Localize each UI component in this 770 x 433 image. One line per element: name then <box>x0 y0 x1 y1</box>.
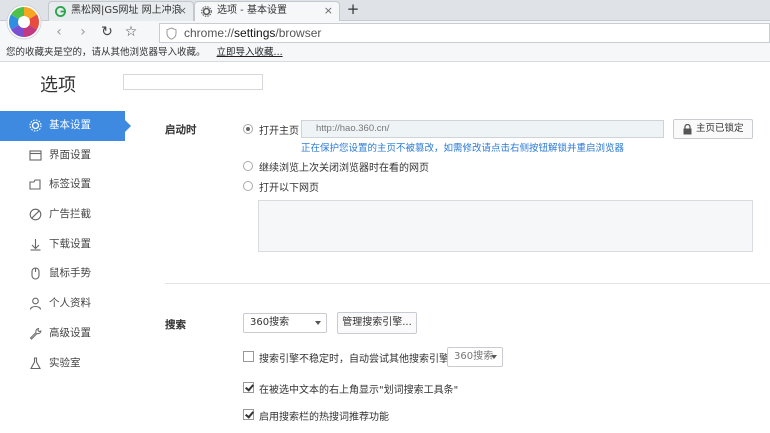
block-icon <box>29 208 42 221</box>
close-icon[interactable]: × <box>178 2 187 20</box>
tab-title: 黑松网|GS网址 网上冲浪 <box>71 5 182 16</box>
address-bar[interactable]: chrome://settings/browser <box>159 23 770 43</box>
sidebar-item-label: 标签设置 <box>49 178 91 191</box>
page-title: 选项 <box>40 75 76 96</box>
new-tab-button[interactable]: + <box>344 1 362 19</box>
radio-open-pages[interactable] <box>243 181 253 191</box>
sidebar-item-advanced[interactable]: 高级设置 <box>0 319 125 349</box>
radio-open-pages-label: 打开以下网页 <box>259 183 319 194</box>
startup-section-label: 启动时 <box>165 124 197 136</box>
sidebar-item-adblock[interactable]: 广告拦截 <box>0 200 125 230</box>
tab-gs[interactable]: 黑松网|GS网址 网上冲浪 × <box>48 1 194 21</box>
sidebar-item-tabs[interactable]: 标签设置 <box>0 170 125 200</box>
hot-words-label: 启用搜索栏的热搜词推荐功能 <box>259 412 389 423</box>
homepage-protection-hint: 正在保护您设置的主页不被篡改，如需修改请点击右侧按钮解锁并重启浏览器 <box>301 143 625 154</box>
person-icon <box>29 297 42 310</box>
chevron-down-icon <box>491 355 497 359</box>
gear-icon <box>29 119 42 132</box>
radio-open-homepage[interactable] <box>243 124 253 134</box>
chevron-down-icon <box>315 321 321 325</box>
sidebar-item-interface[interactable]: 界面设置 <box>0 141 125 171</box>
gear-icon <box>201 6 212 17</box>
tab-settings[interactable]: 选项 - 基本设置 × <box>194 1 340 22</box>
download-icon <box>30 238 41 251</box>
sidebar-item-label: 个人资料 <box>49 297 91 310</box>
tab-icon <box>29 179 41 190</box>
fallback-engine-select[interactable]: 360搜索 <box>447 347 503 367</box>
close-icon[interactable]: × <box>324 2 333 20</box>
import-bookmarks-link[interactable]: 立即导入收藏... <box>217 47 283 58</box>
sidebar-item-lab[interactable]: 实验室 <box>0 349 125 379</box>
browser-logo-icon[interactable] <box>6 4 42 40</box>
show-search-toolbar-label: 在被选中文本的右上角显示"划词搜索工具条" <box>259 385 459 396</box>
reload-button[interactable]: ↻ <box>98 24 116 42</box>
back-button[interactable]: ‹ <box>50 24 68 42</box>
tab-strip: 黑松网|GS网址 网上冲浪 × 选项 - 基本设置 × + <box>0 0 770 22</box>
show-search-toolbar-checkbox[interactable] <box>243 382 254 393</box>
settings-sidebar: 基本设置 界面设置 标签设置 广告拦截 下载设置 鼠标手势 个人资料 高级设置 … <box>0 111 131 379</box>
sidebar-item-label: 下载设置 <box>49 237 91 250</box>
mouse-icon <box>31 267 40 280</box>
flask-icon <box>30 356 41 369</box>
manage-search-engines-button[interactable]: 管理搜索引擎... <box>337 312 417 334</box>
bookmarks-bar: 您的收藏夹是空的，请从其他浏览器导入收藏。 立即导入收藏... <box>0 45 770 62</box>
url-text: chrome://settings/browser <box>184 26 322 40</box>
hot-words-checkbox[interactable] <box>243 409 254 420</box>
shield-icon <box>166 27 177 40</box>
sidebar-item-label: 基本设置 <box>49 119 91 131</box>
wrench-icon <box>29 327 42 340</box>
settings-content: 启动时 打开主页 http://hao.360.cn/ 主页已锁定 正在保护您设… <box>125 100 770 433</box>
homepage-url-field[interactable]: http://hao.360.cn/ <box>301 120 664 138</box>
window-icon <box>29 150 42 161</box>
radio-open-homepage-label: 打开主页 <box>259 126 299 137</box>
radio-continue-session-label: 继续浏览上次关闭浏览器时在看的网页 <box>259 163 429 174</box>
toolbar: ‹ › ↻ ☆ chrome://settings/browser <box>0 21 770 45</box>
search-section-label: 搜索 <box>165 319 186 331</box>
fallback-engine-value: 360搜索 <box>454 351 494 362</box>
search-engine-value: 360搜索 <box>250 317 290 328</box>
sidebar-item-profile[interactable]: 个人资料 <box>0 289 125 319</box>
sidebar-item-download[interactable]: 下载设置 <box>0 230 125 260</box>
lock-icon <box>683 124 692 135</box>
bookmark-star-button[interactable]: ☆ <box>122 24 140 42</box>
homepage-locked-button[interactable]: 主页已锁定 <box>673 119 753 139</box>
settings-search-input[interactable] <box>123 74 263 90</box>
search-engine-select[interactable]: 360搜索 <box>243 313 327 333</box>
homepage-locked-label: 主页已锁定 <box>696 123 744 134</box>
sidebar-item-label: 高级设置 <box>49 326 91 339</box>
sidebar-item-label: 广告拦截 <box>49 208 91 221</box>
section-divider <box>165 283 770 284</box>
sidebar-item-label: 鼠标手势 <box>49 267 91 280</box>
startup-pages-list[interactable] <box>258 200 753 252</box>
bookmarks-empty-text: 您的收藏夹是空的，请从其他浏览器导入收藏。 <box>6 47 206 58</box>
sidebar-item-gestures[interactable]: 鼠标手势 <box>0 259 125 289</box>
sidebar-item-basic[interactable]: 基本设置 <box>0 111 131 141</box>
gs-favicon-icon <box>55 6 66 17</box>
radio-continue-session[interactable] <box>243 161 253 171</box>
fallback-engine-label: 搜索引擎不稳定时，自动尝试其他搜索引擎： <box>259 354 459 365</box>
fallback-engine-checkbox[interactable] <box>243 351 254 362</box>
sidebar-item-label: 实验室 <box>49 356 81 369</box>
forward-button[interactable]: › <box>74 24 92 42</box>
tab-title: 选项 - 基本设置 <box>217 5 287 16</box>
sidebar-item-label: 界面设置 <box>49 148 91 161</box>
